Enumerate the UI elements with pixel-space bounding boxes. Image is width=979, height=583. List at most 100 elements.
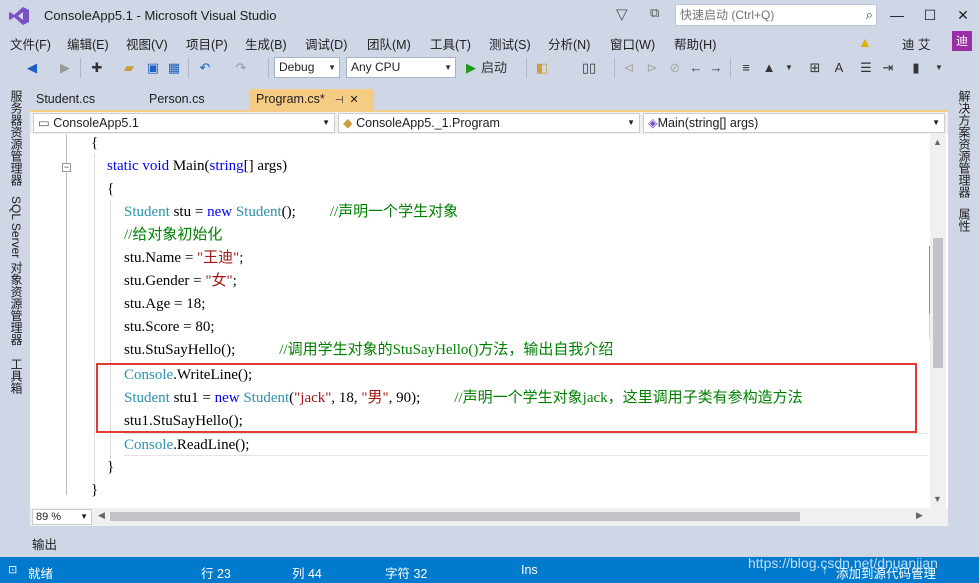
indent-icon[interactable]: ⇥ (880, 58, 896, 78)
collapse-toggle-icon[interactable]: − (62, 163, 71, 172)
horizontal-scroll-thumb[interactable] (110, 512, 800, 521)
bookmark-clear-icon[interactable]: ⊘ (666, 58, 684, 78)
output-tab[interactable]: 输出 (32, 534, 57, 553)
redo-icon[interactable]: ↷ (232, 58, 250, 78)
search-icon[interactable]: ⌕ (866, 7, 873, 23)
align-icon[interactable]: ≡ (738, 58, 754, 78)
lock-icon[interactable]: ▲ (761, 58, 777, 78)
start-icon[interactable]: ▶ (462, 58, 480, 78)
browser-link-icon[interactable]: ◧ (532, 58, 552, 78)
code-line: { (91, 135, 99, 151)
menu-test[interactable]: 测试(S) (489, 34, 531, 53)
tab-student-cs[interactable]: Student.cs (30, 89, 101, 110)
scroll-up-icon[interactable]: ▲ (933, 137, 942, 147)
save-all-icon[interactable]: ▦ (165, 58, 183, 78)
menu-view[interactable]: 视图(V) (126, 34, 168, 53)
zoom-select[interactable]: 89 % ▼ (32, 509, 92, 525)
server-explorer-tab[interactable]: 服务器资源管理器 (8, 90, 25, 186)
status-insert-mode: Ins (521, 563, 538, 577)
class-dropdown[interactable]: ◆ ConsoleApp5._1.Program ▼ (338, 113, 640, 133)
bookmark-icon[interactable]: ▮ (908, 58, 924, 78)
toolbar-separator (268, 58, 269, 78)
menu-tools[interactable]: 工具(T) (430, 34, 471, 53)
code-line: stu.Name = "王迪"; (124, 250, 244, 266)
quick-launch[interactable]: ⌕ (675, 4, 877, 26)
outline-line (66, 173, 67, 495)
close-button[interactable]: ✕ (946, 0, 979, 30)
scroll-down-icon[interactable]: ▼ (933, 494, 942, 504)
bookmark-next-icon[interactable]: ⊳ (643, 58, 661, 78)
filter-icon[interactable]: ▽ (616, 5, 634, 23)
platform-value: Any CPU (351, 60, 401, 74)
toolbox-tab[interactable]: 工具箱 (8, 358, 25, 394)
menu-help[interactable]: 帮助(H) (674, 34, 716, 53)
user-name[interactable]: 迪 艾 (902, 34, 930, 53)
properties-tab[interactable]: 属性 (956, 208, 973, 232)
scroll-left-icon[interactable]: ◀ (98, 510, 105, 521)
menu-file[interactable]: 文件(F) (10, 34, 51, 53)
quick-launch-input[interactable] (676, 5, 854, 25)
text-icon[interactable]: A (832, 58, 846, 78)
chevron-down-icon: ▼ (932, 118, 940, 127)
code-line: stu.Score = 80; (124, 319, 215, 335)
class-icon: ◆ (343, 116, 357, 130)
vertical-scroll-thumb[interactable] (933, 238, 943, 368)
code-line: Student stu = new Student();//声明一个学生对象 (124, 204, 459, 220)
tab-label: Program.cs* (256, 92, 325, 106)
class-dropdown-value: ConsoleApp5._1.Program (356, 116, 500, 130)
nav-back-icon[interactable]: ← (688, 58, 704, 78)
member-dropdown[interactable]: ◈Main(string[] args) ▼ (643, 113, 945, 133)
undo-icon[interactable]: ↶ (196, 58, 214, 78)
code-line: { (107, 181, 115, 197)
menu-edit[interactable]: 编辑(E) (67, 34, 109, 53)
avatar[interactable]: 迪 (952, 31, 972, 51)
project-dropdown[interactable]: ▭ ConsoleApp5.1 ▼ (33, 113, 335, 133)
layout-icon[interactable]: ▯▯ (578, 58, 600, 78)
warning-icon[interactable]: ▲ (858, 34, 872, 50)
chevron-down-icon[interactable]: ▼ (782, 58, 796, 78)
maximize-button[interactable]: ☐ (913, 0, 947, 30)
tab-person-cs[interactable]: Person.cs (143, 89, 211, 110)
status-character: 字符 32 (385, 567, 428, 581)
solution-configuration-select[interactable]: Debug ▼ (274, 57, 340, 78)
method-icon: ◈ (648, 116, 658, 130)
toolbar-separator (730, 58, 731, 78)
close-icon[interactable]: ✕ (350, 94, 359, 106)
class-view-icon[interactable]: ⊞ (806, 58, 824, 78)
nav-forward-icon[interactable]: → (708, 58, 724, 78)
watermark: https://blog.csdn.net/dnuanjian (748, 555, 938, 571)
annotation-highlight-box (96, 363, 917, 433)
tab-program-cs[interactable]: Program.cs* ⊣ ✕ (250, 89, 374, 110)
toolbar-separator (614, 58, 615, 78)
status-icon: ⊡ (8, 564, 18, 576)
save-icon[interactable]: ▣ (144, 58, 162, 78)
new-project-icon[interactable]: ✚ (88, 58, 106, 78)
menu-debug[interactable]: 调试(D) (305, 34, 347, 53)
pin-icon[interactable]: ⊣ (335, 95, 344, 106)
window-title: ConsoleApp5.1 - Microsoft Visual Studio (44, 8, 277, 23)
feedback-icon[interactable]: ⧉ (650, 5, 668, 23)
list-icon[interactable]: ☰ (858, 58, 874, 78)
overflow-icon[interactable]: ▼ (932, 58, 946, 78)
configuration-value: Debug (279, 60, 315, 74)
chevron-down-icon: ▼ (322, 118, 330, 127)
menu-team[interactable]: 团队(M) (367, 34, 411, 53)
menu-build[interactable]: 生成(B) (245, 34, 287, 53)
solution-platform-select[interactable]: Any CPU ▼ (346, 57, 456, 78)
forward-icon[interactable]: ▶ (56, 58, 74, 78)
code-line: } (107, 459, 115, 475)
bookmark-prev-icon[interactable]: ⊲ (620, 58, 638, 78)
menu-analyze[interactable]: 分析(N) (548, 34, 590, 53)
sql-server-object-explorer-tab[interactable]: SQL Server 对象资源管理器 (8, 196, 25, 346)
minimize-button[interactable]: — (880, 0, 914, 30)
menu-project[interactable]: 项目(P) (186, 34, 228, 53)
member-dropdown-value: Main(string[] args) (657, 116, 759, 130)
menu-window[interactable]: 窗口(W) (610, 34, 655, 53)
open-folder-icon[interactable]: ▰ (120, 58, 138, 78)
status-column: 列 44 (292, 567, 322, 581)
chevron-down-icon: ▼ (328, 63, 336, 72)
scroll-right-icon[interactable]: ▶ (916, 510, 923, 521)
solution-explorer-tab[interactable]: 解决方案资源管理器 (956, 90, 973, 198)
back-icon[interactable]: ◀ (22, 58, 42, 78)
start-button[interactable]: 启动 (481, 58, 521, 78)
